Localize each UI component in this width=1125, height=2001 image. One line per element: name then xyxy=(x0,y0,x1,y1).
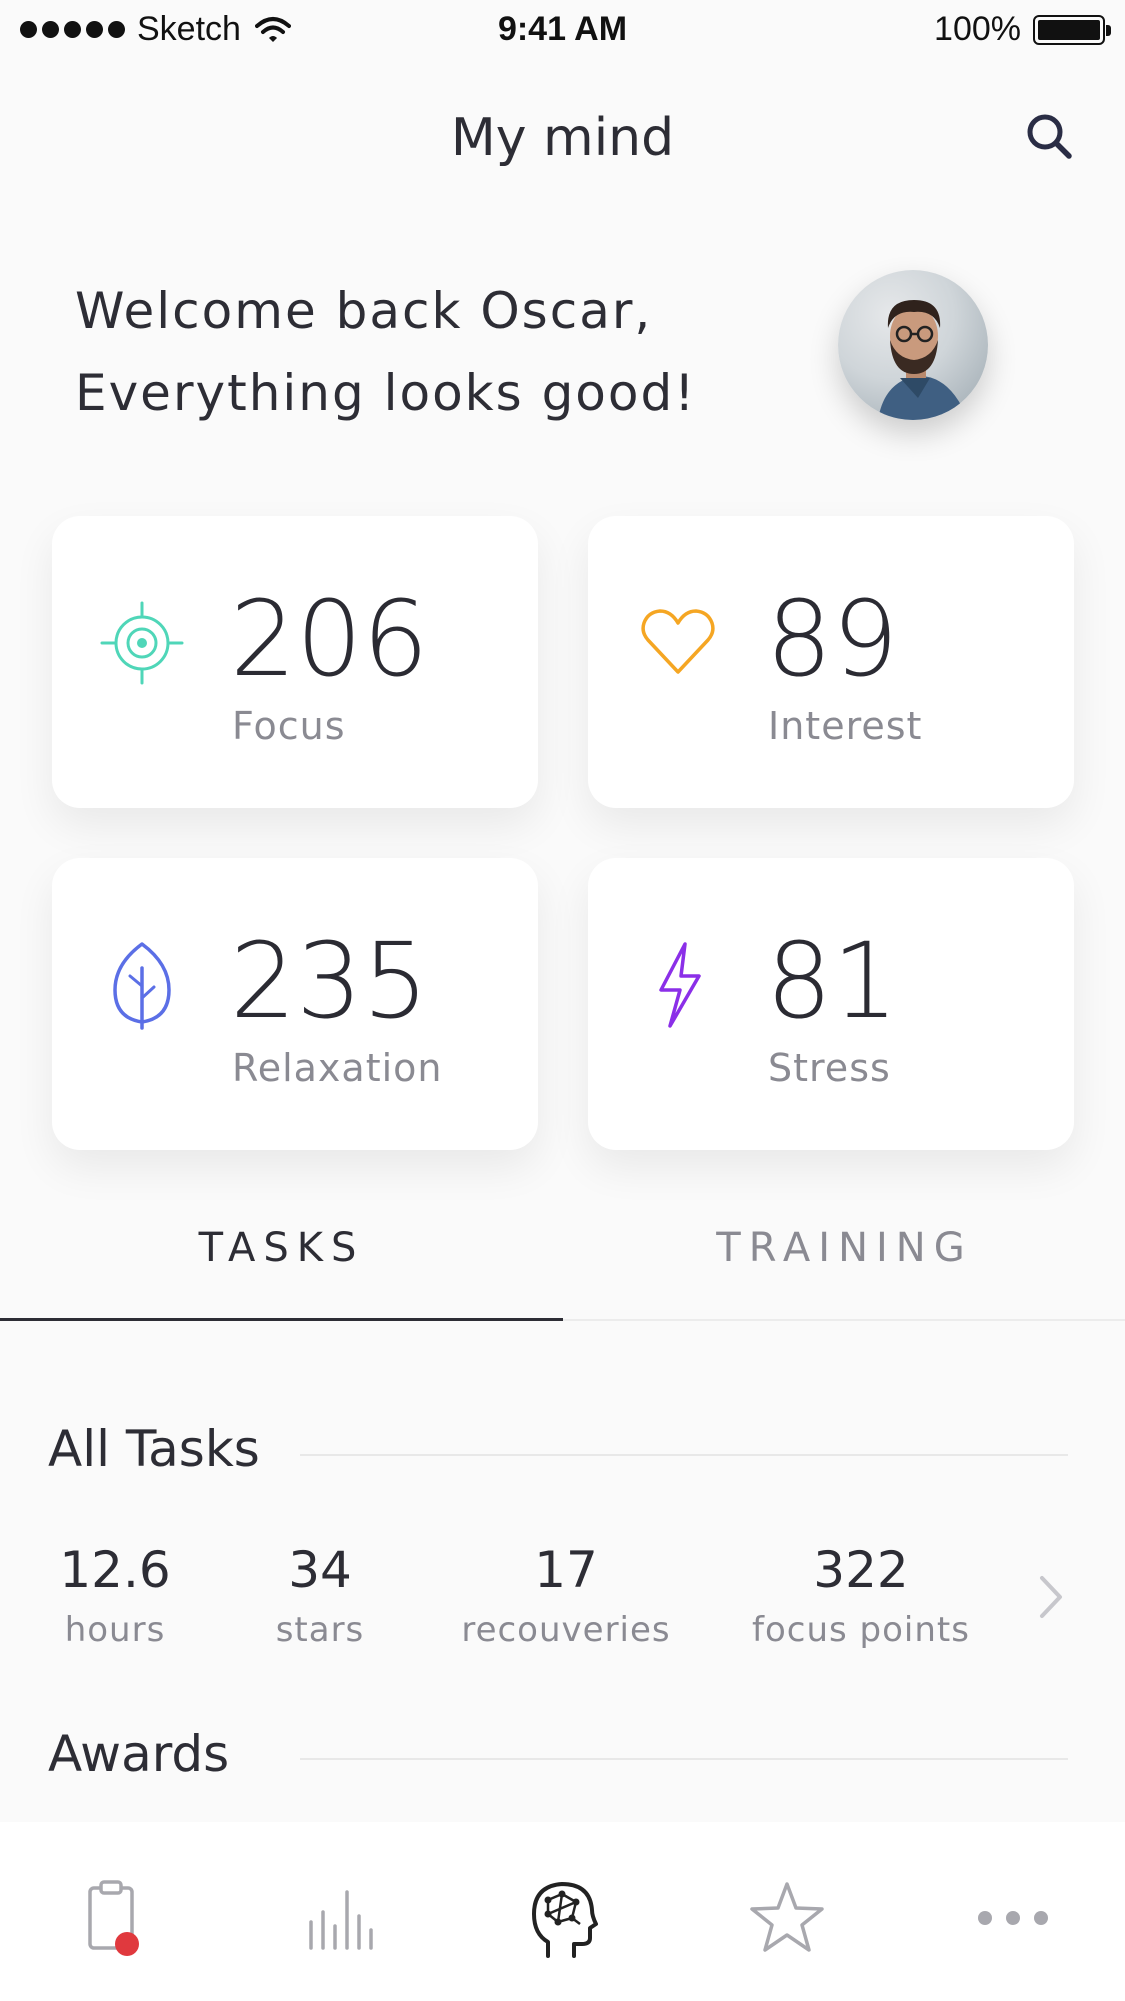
brain-head-icon[interactable] xyxy=(518,1872,608,1962)
welcome-message: Welcome back Oscar, Everything looks goo… xyxy=(75,270,696,434)
section-title-awards: Awards xyxy=(48,1725,230,1783)
lightning-icon xyxy=(659,942,701,1028)
avatar[interactable] xyxy=(838,270,988,420)
stat-unit: focus points xyxy=(752,1610,970,1650)
metric-label: Focus xyxy=(232,704,346,748)
leaf-icon xyxy=(113,942,171,1030)
section-divider xyxy=(300,1758,1068,1760)
stat-recoveries: 17 recouveries xyxy=(455,1540,677,1650)
tab-divider xyxy=(563,1319,1125,1321)
heart-icon xyxy=(641,609,715,674)
section-divider xyxy=(300,1454,1068,1456)
star-icon[interactable] xyxy=(742,1872,832,1962)
search-icon[interactable] xyxy=(1021,108,1077,164)
metric-card-focus[interactable]: 206 Focus xyxy=(52,516,538,808)
status-bar: Sketch 9:41 AM 100% xyxy=(0,0,1125,64)
clipboard-icon[interactable] xyxy=(68,1872,158,1962)
tab-tasks[interactable]: TASKS xyxy=(0,1225,563,1271)
stat-unit: stars xyxy=(275,1610,365,1650)
metric-label: Relaxation xyxy=(232,1046,443,1090)
status-right: 100% xyxy=(934,10,1111,49)
stat-hours: 12.6 hours xyxy=(45,1540,185,1650)
chevron-right-icon[interactable] xyxy=(1030,1572,1070,1622)
active-tab-indicator xyxy=(0,1318,563,1321)
stat-focus-points: 322 focus points xyxy=(745,1540,977,1650)
stat-value: 12.6 xyxy=(59,1541,171,1599)
tab-training[interactable]: TRAINING xyxy=(563,1225,1125,1271)
page-title: My mind xyxy=(450,108,675,168)
battery-icon xyxy=(1033,14,1111,45)
avatar-portrait xyxy=(878,300,968,420)
stat-stars: 34 stars xyxy=(260,1540,380,1650)
stat-value: 34 xyxy=(288,1541,352,1599)
metric-label: Interest xyxy=(768,704,923,748)
metric-value: 81 xyxy=(766,920,899,1042)
metric-card-interest[interactable]: 89 Interest xyxy=(588,516,1074,808)
battery-percent: 100% xyxy=(934,10,1021,48)
chart-bars-icon[interactable] xyxy=(295,1872,385,1962)
metric-value: 206 xyxy=(230,578,429,700)
section-title-all-tasks: All Tasks xyxy=(48,1420,260,1478)
metric-value: 89 xyxy=(766,578,899,700)
metric-card-relaxation[interactable]: 235 Relaxation xyxy=(52,858,538,1150)
more-icon[interactable] xyxy=(968,1872,1058,1962)
stat-value: 322 xyxy=(813,1541,909,1599)
stat-value: 17 xyxy=(534,1541,598,1599)
metric-label: Stress xyxy=(768,1046,891,1090)
metric-value: 235 xyxy=(230,920,429,1042)
target-icon xyxy=(100,601,184,685)
welcome-line-1: Welcome back Oscar, xyxy=(75,282,653,340)
metric-card-stress[interactable]: 81 Stress xyxy=(588,858,1074,1150)
stat-unit: hours xyxy=(64,1610,166,1650)
welcome-line-2: Everything looks good! xyxy=(75,364,697,422)
stat-unit: recouveries xyxy=(461,1610,671,1650)
bottom-tab-bar xyxy=(0,1822,1125,2001)
